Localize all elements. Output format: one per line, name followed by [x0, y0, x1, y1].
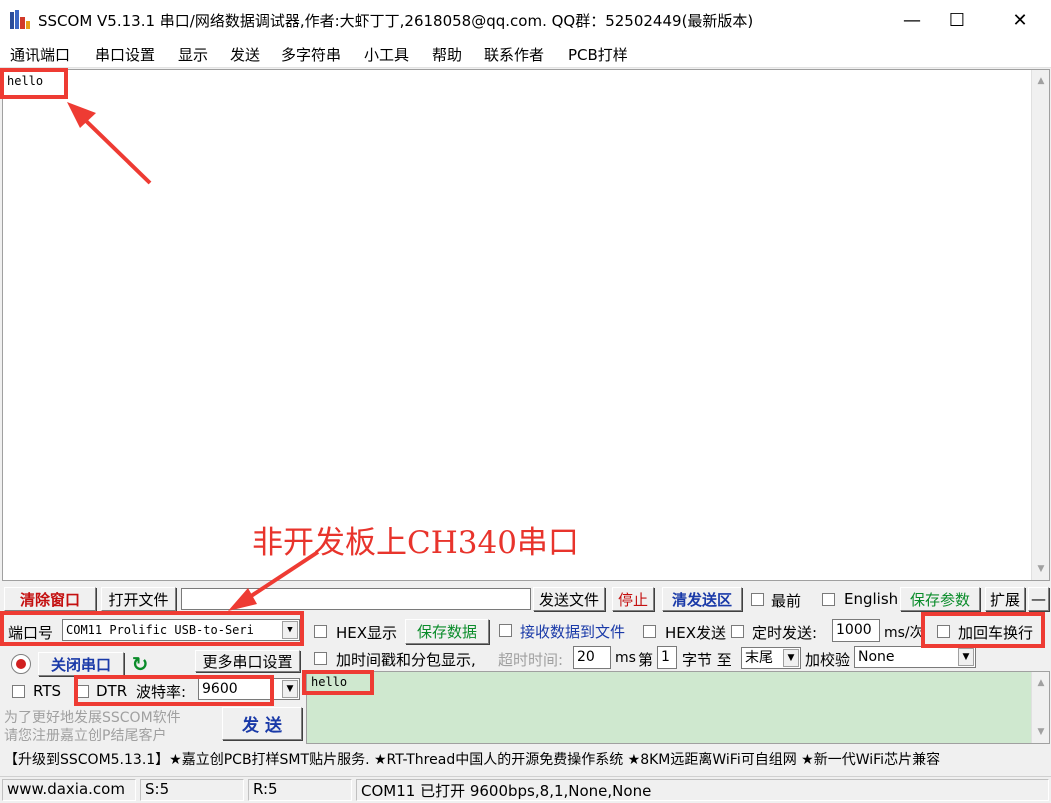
refresh-icon[interactable]: ↻	[128, 652, 152, 676]
title-bar: SSCOM V5.13.1 串口/网络数据调试器,作者:大虾丁丁,2618058…	[0, 0, 1051, 40]
annotation-box-crlf	[921, 612, 1045, 648]
hex-send-label: HEX发送	[665, 624, 727, 642]
recv-to-file-checkbox[interactable]	[499, 624, 512, 637]
close-button[interactable]: ✕	[997, 0, 1043, 40]
menu-tools[interactable]: 小工具	[364, 44, 409, 65]
annotation-box-received	[0, 68, 68, 99]
ticker[interactable]: 【升级到SSCOM5.13.1】★嘉立创PCB打样SMT贴片服务. ★RT-Th…	[0, 748, 1051, 773]
scroll-up-icon[interactable]: ▲	[1035, 76, 1047, 86]
timestamp-label: 加时间戳和分包显示,	[336, 651, 476, 669]
checksum-label: 加校验	[805, 651, 851, 669]
byte-range-label: 字节 至	[682, 651, 732, 669]
hex-display-checkbox[interactable]	[314, 625, 327, 638]
hex-display-label: HEX显示	[336, 624, 398, 642]
annotation-box-baud	[74, 675, 274, 706]
status-website[interactable]: www.daxia.com	[2, 779, 136, 801]
more-settings-button[interactable]: 更多串口设置	[195, 650, 300, 672]
expand-button[interactable]: 扩展	[985, 587, 1025, 611]
menu-send[interactable]: 发送	[230, 44, 260, 65]
rts-checkbox[interactable]	[12, 685, 25, 698]
timed-send-checkbox[interactable]	[731, 625, 744, 638]
stop-button[interactable]: 停止	[612, 587, 654, 611]
annotation-box-send	[302, 670, 374, 695]
promo-line-2: 请您注册嘉立创P结尾客户	[4, 728, 167, 744]
scroll-down-icon[interactable]: ▼	[1035, 564, 1047, 574]
menu-multi-string[interactable]: 多字符串	[281, 44, 341, 65]
topmost-checkbox[interactable]	[751, 593, 764, 606]
port-status-icon	[11, 654, 31, 674]
app-icon	[10, 10, 30, 29]
menu-contact[interactable]: 联系作者	[484, 44, 544, 65]
vertical-scrollbar[interactable]: ▲ ▼	[1031, 70, 1049, 580]
timeout-input[interactable]: 20	[573, 646, 611, 669]
menu-help[interactable]: 帮助	[432, 44, 462, 65]
checksum-select[interactable]: None ▼	[854, 646, 976, 668]
collapse-button[interactable]: —	[1028, 587, 1049, 611]
rts-label: RTS	[33, 682, 62, 700]
minimize-button[interactable]: —	[889, 0, 935, 40]
chevron-down-icon[interactable]: ▼	[282, 680, 298, 698]
promo-line-1: 为了更好地发展SSCOM软件	[4, 710, 181, 726]
status-port: COM11 已打开 9600bps,8,1,None,None	[356, 779, 1049, 801]
chevron-down-icon[interactable]: ▼	[783, 649, 799, 667]
english-checkbox[interactable]	[822, 593, 835, 606]
timed-send-label: 定时发送:	[752, 624, 818, 642]
menu-display[interactable]: 显示	[178, 44, 208, 65]
interval-unit: ms/次	[884, 625, 924, 641]
byte-prefix-label: 第	[638, 651, 654, 669]
save-params-button[interactable]: 保存参数	[900, 587, 980, 611]
english-label: English	[844, 590, 899, 608]
save-data-button[interactable]: 保存数据	[405, 619, 489, 644]
send-file-button[interactable]: 发送文件	[533, 587, 605, 611]
timeout-label: 超时时间:	[498, 651, 564, 669]
file-path-field[interactable]	[181, 588, 531, 610]
end-select[interactable]: 末尾 ▼	[741, 647, 801, 669]
start-byte-input[interactable]: 1	[657, 646, 677, 669]
status-received: R:5	[248, 779, 352, 801]
recv-to-file-label: 接收数据到文件	[520, 623, 626, 641]
menu-serial-settings[interactable]: 串口设置	[95, 44, 155, 65]
scroll-up-icon[interactable]: ▲	[1035, 678, 1047, 688]
receive-area[interactable]: hello ▲ ▼	[2, 69, 1050, 581]
send-button[interactable]: 发 送	[222, 707, 302, 740]
window-title: SSCOM V5.13.1 串口/网络数据调试器,作者:大虾丁丁,2618058…	[38, 12, 754, 30]
status-bar: www.daxia.com S:5 R:5 COM11 已打开 9600bps,…	[0, 776, 1051, 803]
send-scrollbar[interactable]: ▲ ▼	[1031, 672, 1049, 743]
clear-send-button[interactable]: 清发送区	[662, 587, 742, 611]
menu-comm-port[interactable]: 通讯端口	[10, 44, 70, 65]
clear-window-button[interactable]: 清除窗口	[4, 587, 96, 611]
topmost-label: 最前	[771, 592, 802, 610]
annotation-box-port	[0, 611, 304, 646]
chevron-down-icon[interactable]: ▼	[958, 648, 974, 666]
menu-bar: 通讯端口 串口设置 显示 发送 多字符串 小工具 帮助 联系作者 PCB打样	[0, 40, 1051, 68]
open-file-button[interactable]: 打开文件	[101, 587, 176, 611]
maximize-button[interactable]: ☐	[934, 0, 980, 40]
scroll-down-icon[interactable]: ▼	[1035, 727, 1047, 737]
timeout-unit: ms	[615, 650, 636, 666]
menu-pcb[interactable]: PCB打样	[568, 44, 628, 65]
hex-send-checkbox[interactable]	[643, 625, 656, 638]
annotation-label: 非开发板上CH340串口	[252, 525, 579, 561]
timestamp-checkbox[interactable]	[314, 652, 327, 665]
interval-input[interactable]: 1000	[832, 619, 880, 642]
status-sent: S:5	[140, 779, 244, 801]
send-input[interactable]: hello ▲ ▼	[306, 671, 1050, 744]
close-port-button[interactable]: 关闭串口	[38, 652, 124, 676]
